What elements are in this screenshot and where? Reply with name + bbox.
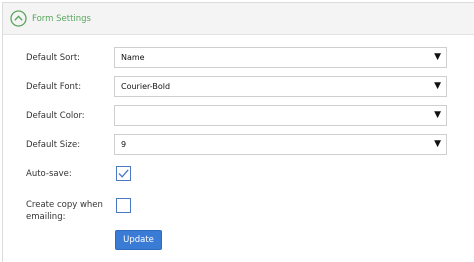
panel-header[interactable]: Form Settings [3,3,474,35]
auto-save-checkbox[interactable] [116,166,131,181]
dropdown-arrow-icon: ▼ [434,110,441,120]
panel-title: Form Settings [32,14,91,24]
default-sort-value: Name [121,53,145,62]
checkmark-icon [118,169,129,178]
default-size-label: Default Size: [26,140,81,150]
default-size-value: 9 [121,140,127,149]
default-color-label: Default Color: [26,111,85,121]
create-copy-checkbox[interactable] [116,198,131,213]
create-copy-label-line1: Create copy when [26,200,103,210]
default-size-select[interactable]: 9 ▼ [114,134,447,155]
dropdown-arrow-icon: ▼ [434,81,441,91]
default-font-select[interactable]: Courier-Bold ▼ [114,76,447,97]
update-button[interactable]: Update [115,230,162,250]
default-font-value: Courier-Bold [121,82,171,91]
form-settings-panel: Form Settings [2,2,474,262]
dropdown-arrow-icon: ▼ [434,139,441,149]
chevron-up-circle-icon[interactable] [10,10,27,27]
default-color-select[interactable]: ▼ [114,105,447,126]
create-copy-label-line2: emailing: [26,212,66,222]
dropdown-arrow-icon: ▼ [434,52,441,62]
default-sort-select[interactable]: Name ▼ [114,47,447,68]
default-font-label: Default Font: [26,82,82,92]
default-sort-label: Default Sort: [26,53,81,63]
auto-save-label: Auto-save: [26,169,72,179]
